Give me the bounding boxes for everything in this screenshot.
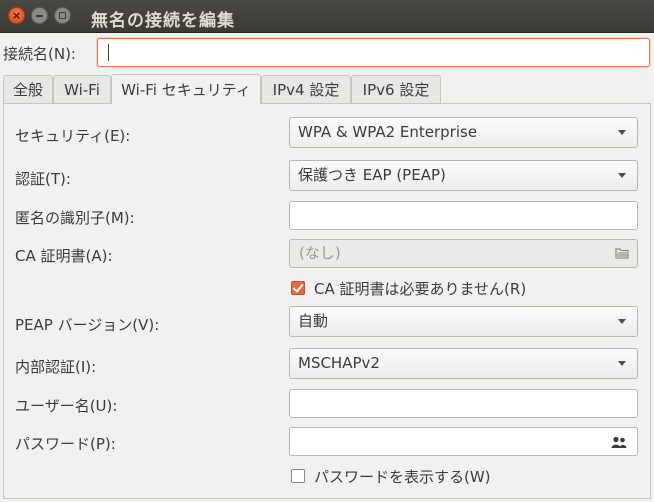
chevron-down-icon bbox=[618, 319, 626, 324]
maximize-window-button[interactable] bbox=[54, 7, 71, 24]
close-window-button[interactable]: × bbox=[8, 7, 25, 24]
minimize-window-button[interactable] bbox=[31, 7, 48, 24]
ca-not-required-checkbox[interactable] bbox=[291, 281, 305, 295]
tab-wifi-security[interactable]: Wi-Fi セキュリティ bbox=[111, 74, 261, 104]
inner-auth-combo[interactable]: MSCHAPv2 bbox=[289, 348, 638, 379]
username-input[interactable] bbox=[289, 389, 638, 418]
show-password-checkbox[interactable] bbox=[291, 469, 305, 483]
peap-version-label: PEAP バージョン(V): bbox=[15, 316, 160, 334]
window-title: 無名の接続を編集 bbox=[91, 11, 235, 31]
text-caret bbox=[108, 44, 109, 61]
tab-ipv6[interactable]: IPv6 設定 bbox=[351, 75, 441, 103]
chevron-down-icon bbox=[618, 361, 626, 366]
chevron-down-icon bbox=[618, 130, 626, 135]
peap-version-combo[interactable]: 自動 bbox=[289, 306, 638, 337]
inner-auth-label: 内部認証(I): bbox=[15, 358, 97, 376]
anon-identity-input[interactable] bbox=[289, 201, 638, 230]
username-label: ユーザー名(U): bbox=[15, 397, 118, 415]
security-combo[interactable]: WPA & WPA2 Enterprise bbox=[289, 117, 638, 148]
tab-wifi[interactable]: Wi-Fi bbox=[53, 75, 111, 103]
password-input[interactable] bbox=[289, 427, 638, 456]
tab-general[interactable]: 全般 bbox=[3, 75, 53, 103]
password-label: パスワード(P): bbox=[15, 435, 116, 453]
connection-name-input[interactable] bbox=[97, 38, 650, 67]
users-icon[interactable] bbox=[611, 436, 627, 448]
ca-cert-chooser[interactable]: (なし) bbox=[289, 239, 638, 268]
ca-cert-label: CA 証明書(A): bbox=[15, 247, 113, 265]
file-icon bbox=[615, 248, 629, 259]
chevron-down-icon bbox=[618, 173, 626, 178]
ca-not-required-label[interactable]: CA 証明書は必要ありません(R) bbox=[314, 278, 526, 299]
connection-name-label: 接続名(N): bbox=[3, 45, 76, 63]
auth-label: 認証(T): bbox=[15, 170, 71, 188]
auth-combo[interactable]: 保護つき EAP (PEAP) bbox=[289, 160, 638, 191]
title-bar: × 無名の接続を編集 bbox=[0, 0, 654, 33]
anon-identity-label: 匿名の識別子(M): bbox=[15, 209, 135, 227]
show-password-label[interactable]: パスワードを表示する(W) bbox=[314, 466, 491, 487]
tab-ipv4[interactable]: IPv4 設定 bbox=[261, 75, 351, 103]
security-label: セキュリティ(E): bbox=[15, 127, 131, 145]
